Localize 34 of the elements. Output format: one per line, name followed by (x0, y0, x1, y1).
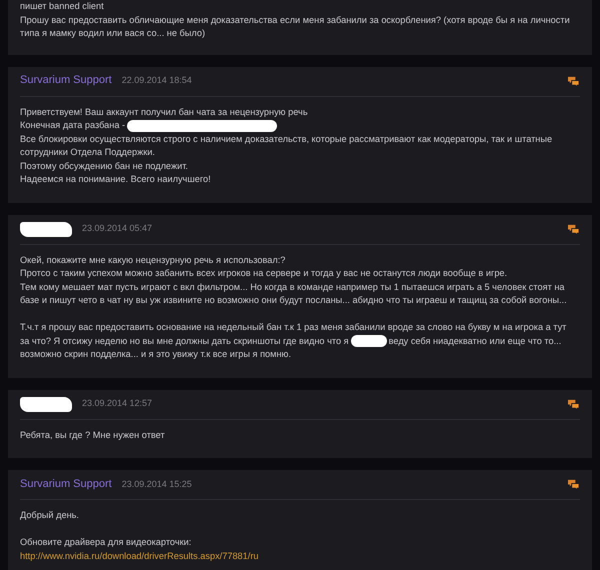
post-text: Т.ч.т я прошу вас предоставить основание на недельный бан т.к 1 раз меня забанили вроде за слово на букву м на игрока а тут (20, 321, 568, 334)
post-text: Тем кому мешает мат пусть играют с вкл фильтром... Но когда в команде например ты 1 пытаешся играть а 5 человек стоят на (20, 280, 566, 294)
link[interactable]: http://www.nvidia.ru/download/driverResults.aspx/77881/ru (20, 550, 258, 563)
post-text: Прошу вас предоставить обличающие меня доказательства если меня забанили за оскорбления? (хотя вроде бы я на личности (20, 14, 571, 27)
post-text: Ребята, вы где ? Мне нужен ответ (20, 428, 166, 442)
post-text: Конечная дата разбана - (20, 119, 126, 132)
reply-icon[interactable] (567, 479, 580, 490)
reply-icon[interactable] (567, 224, 580, 234)
post-text: Приветствуем! Ваш аккаунт получил бан чата за нецензурную речь (20, 106, 309, 119)
post-text: возможно скрин подделка... и я это увижу т.к все игры я помню. (20, 348, 292, 361)
reply-icon[interactable] (567, 398, 580, 410)
post-text: пишет banned client (20, 0, 105, 13)
reply-icon[interactable] (567, 76, 580, 86)
post-text: Окей, покажите мне какую нецензурную речь я использовал:? (20, 254, 286, 267)
post-text: веду себя ниадекватно или еще что то... (388, 334, 562, 348)
author-name[interactable]: Survarium Support (20, 74, 112, 88)
post-text: Все блокировки осуществляются строго с наличием доказательств, которые рассматривают как модераторы, так и штатные (20, 132, 554, 146)
post-text: сотрудники Отдела Поддержки. (20, 146, 156, 159)
post-text: базе и пишут чето в чат ну вы уж извините но возможно они будут посланы... абидно что ты играеш и тащищ за собой вогоны... (20, 294, 568, 307)
post-text: за что? Я отсижу неделю но вы мне должны дать скриншоты где видно что я (20, 334, 349, 348)
redaction-mark (20, 396, 72, 412)
post-date: 23.09.2014 12:57 (82, 397, 152, 410)
post-text: Добрый день. (20, 509, 80, 522)
post-text: Надеемся на понимание. Всего наилучшего! (20, 173, 212, 186)
post-date: 23.09.2014 15:25 (122, 478, 192, 491)
redaction-mark (350, 335, 387, 348)
post-date: 23.09.2014 05:47 (82, 222, 152, 236)
post-text: типа я мамку водил или вася со... не было) (20, 27, 206, 40)
post-text: Протсо с таким успехом можно забанить всех игроков на сервере и тогда у вас не останутся люди вообще в игре. (20, 267, 508, 280)
post-text: Обновите драйвера для видеокарточки: (20, 536, 192, 549)
post-text: Поэтому обсуждению бан не подлежит. (20, 160, 189, 173)
redaction-mark (20, 222, 72, 236)
post-date: 22.09.2014 18:54 (122, 74, 192, 88)
author-name[interactable]: Survarium Support (20, 478, 112, 492)
